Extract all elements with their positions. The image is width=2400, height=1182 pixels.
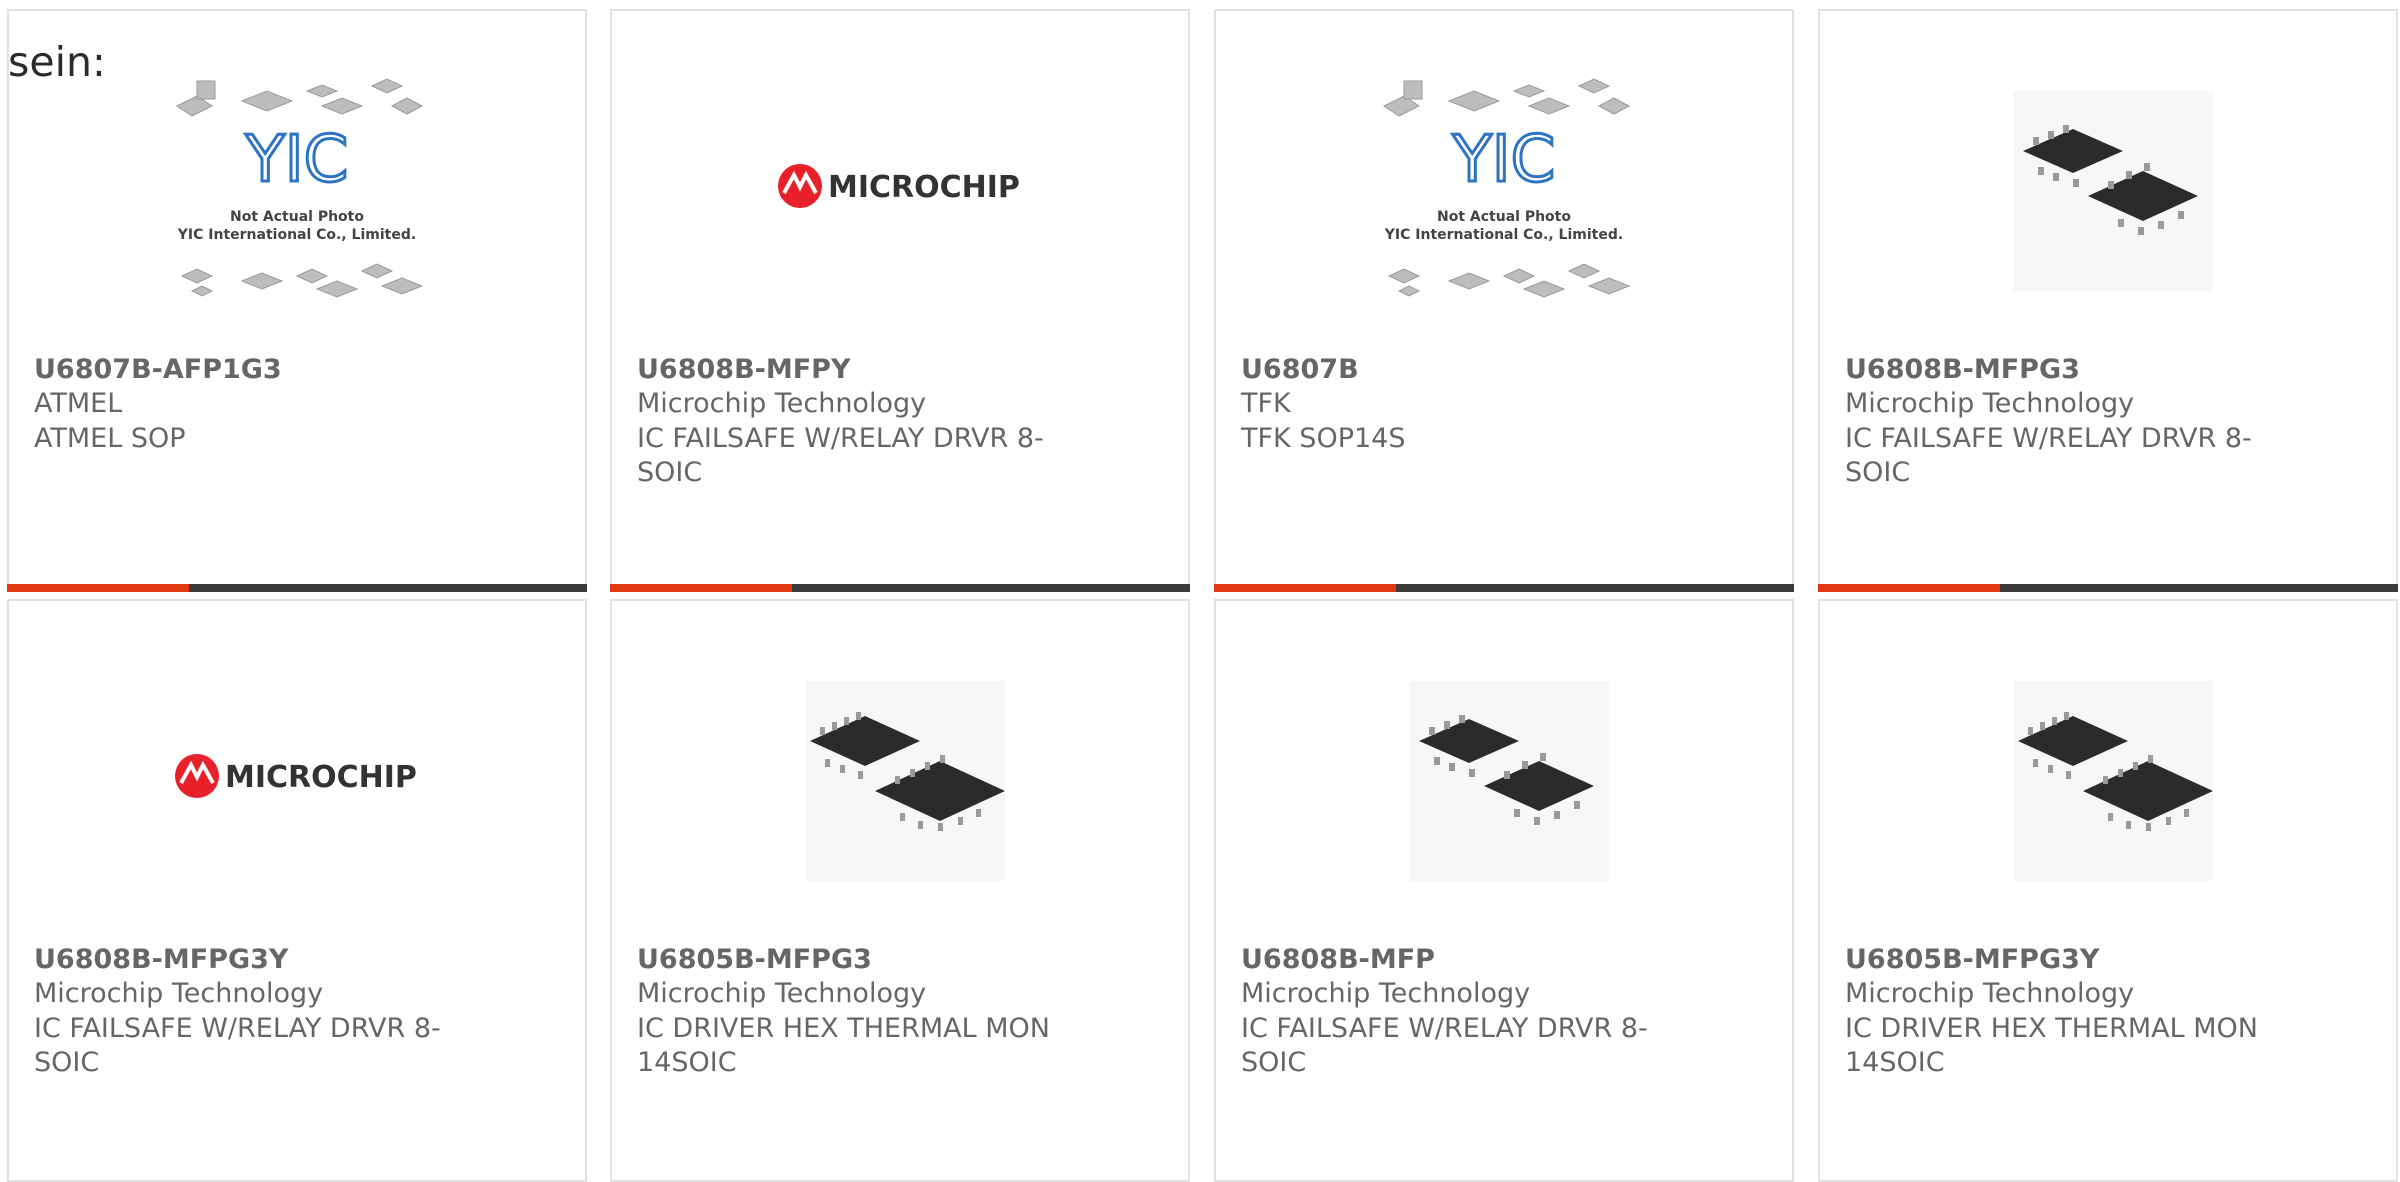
card-bar [1818,584,2398,592]
description: IC FAILSAFE W/RELAY DRVR 8-SOIC [1845,423,2252,488]
manufacturer: TFK [1241,388,1291,419]
card-bar-accent [1214,584,1396,592]
product-card[interactable]: U6808B-MFPG3 Microchip Technology IC FAI… [1818,9,2398,592]
manufacturer: Microchip Technology [637,388,927,419]
product-card[interactable]: MICROCHIP U6808B-MFPG3Y Microchip Techno… [7,599,587,1182]
product-card[interactable]: U6808B-MFP Microchip Technology IC FAILS… [1214,599,1794,1182]
yic-placeholder-icon: YIC Not Actual Photo YIC International C… [1374,71,1634,341]
description: IC FAILSAFE W/RELAY DRVR 8-SOIC [34,1013,441,1078]
card-bar [610,584,1190,592]
part-number[interactable]: U6807B [1241,354,1359,385]
svg-text:Not Actual Photo: Not Actual Photo [230,209,364,225]
svg-text:MICROCHIP: MICROCHIP [225,760,417,795]
part-number[interactable]: U6808B-MFPY [637,354,851,385]
manufacturer: Microchip Technology [637,978,927,1009]
card-bar-accent [1818,584,2000,592]
part-number[interactable]: U6805B-MFPG3 [637,944,872,975]
manufacturer: Microchip Technology [1845,388,2135,419]
part-number[interactable]: U6805B-MFPG3Y [1845,944,2099,975]
microchip-logo-icon: MICROCHIP [770,71,1030,341]
svg-text:YIC: YIC [245,123,349,197]
soic14-chip-icon [770,661,1030,931]
intro-text: sein: [8,38,106,86]
soic8-chip-icon [1374,661,1634,931]
part-number[interactable]: U6808B-MFP [1241,944,1435,975]
product-card[interactable]: U6805B-MFPG3Y Microchip Technology IC DR… [1818,599,2398,1182]
product-card[interactable]: U6805B-MFPG3 Microchip Technology IC DRI… [610,599,1190,1182]
card-bar [1214,584,1794,592]
product-card[interactable]: YIC Not Actual Photo YIC International C… [7,9,587,592]
svg-text:YIC International Co., Limited: YIC International Co., Limited. [1384,227,1623,243]
card-bar [7,584,587,592]
svg-text:Not Actual Photo: Not Actual Photo [1437,209,1571,225]
product-card[interactable]: YIC Not Actual Photo YIC International C… [1214,9,1794,592]
card-bar-accent [610,584,792,592]
svg-text:YIC International Co., Limited: YIC International Co., Limited. [177,227,416,243]
description: IC FAILSAFE W/RELAY DRVR 8-SOIC [637,423,1044,488]
card-bar-accent [7,584,189,592]
product-card[interactable]: MICROCHIP U6808B-MFPY Microchip Technolo… [610,9,1190,592]
description: IC DRIVER HEX THERMAL MON 14SOIC [637,1013,1050,1078]
part-number[interactable]: U6808B-MFPG3Y [34,944,288,975]
yic-placeholder-icon: YIC Not Actual Photo YIC International C… [167,71,427,341]
manufacturer: ATMEL [34,388,123,419]
microchip-logo-icon: MICROCHIP [167,661,427,931]
part-number[interactable]: U6808B-MFPG3 [1845,354,2080,385]
svg-text:MICROCHIP: MICROCHIP [828,170,1020,205]
manufacturer: Microchip Technology [34,978,324,1009]
manufacturer: Microchip Technology [1845,978,2135,1009]
soic8-chip-icon [1978,71,2238,341]
description: IC DRIVER HEX THERMAL MON 14SOIC [1845,1013,2258,1078]
product-grid: YIC Not Actual Photo YIC International C… [7,9,2400,1182]
soic14-chip-icon [1978,661,2238,931]
svg-text:YIC: YIC [1452,123,1556,197]
part-number[interactable]: U6807B-AFP1G3 [34,354,282,385]
description: TFK SOP14S [1241,423,1406,454]
description: IC FAILSAFE W/RELAY DRVR 8-SOIC [1241,1013,1648,1078]
manufacturer: Microchip Technology [1241,978,1531,1009]
description: ATMEL SOP [34,423,186,454]
